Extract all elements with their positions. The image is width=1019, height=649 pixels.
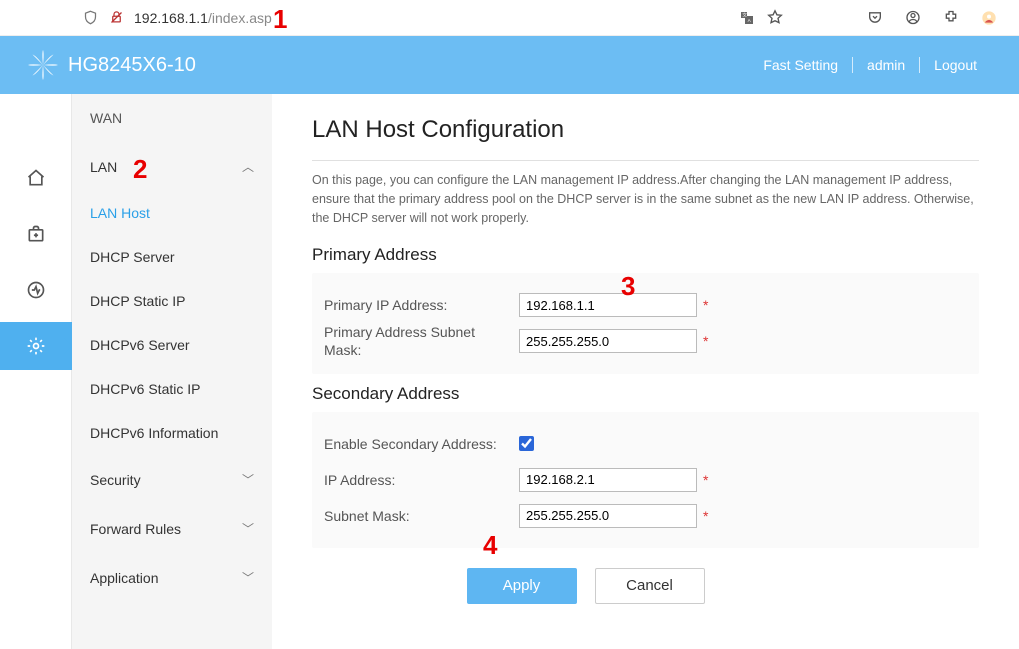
sidebar-item-label: DHCP Static IP (90, 293, 185, 309)
sidebar-sub-dhcp-server[interactable]: DHCP Server (72, 235, 272, 279)
sidebar-sub-dhcpv6-server[interactable]: DHCPv6 Server (72, 323, 272, 367)
chevron-down-icon: ﹀ (242, 520, 254, 537)
sidebar-sub-lan-host[interactable]: LAN Host (72, 191, 272, 235)
rail-settings[interactable] (0, 322, 72, 370)
pocket-icon[interactable] (867, 10, 883, 26)
sidebar-sub-dhcp-static-ip[interactable]: DHCP Static IP (72, 279, 272, 323)
sidebar-item-label: Forward Rules (90, 521, 181, 537)
fast-setting-link[interactable]: Fast Setting (749, 57, 852, 73)
sidebar-item-lan[interactable]: LAN ︿ (72, 142, 272, 191)
gear-icon (26, 336, 46, 356)
translate-icon[interactable]: 文A (739, 10, 755, 26)
rail-home[interactable] (0, 154, 72, 202)
chevron-down-icon: ﹀ (242, 569, 254, 586)
sidebar-item-label: LAN (90, 159, 117, 175)
activity-icon (26, 280, 46, 300)
main-content: LAN Host Configuration On this page, you… (272, 94, 1019, 649)
secondary-ip-label: IP Address: (324, 471, 519, 489)
sidebar-item-application[interactable]: Application ﹀ (72, 553, 272, 602)
logout-link[interactable]: Logout (920, 57, 991, 73)
medkit-icon (26, 224, 46, 244)
secondary-mask-label: Subnet Mask: (324, 507, 519, 525)
product-name: HG8245X6-10 (68, 54, 196, 77)
profile-badge-icon[interactable] (981, 10, 997, 26)
browser-address-bar: 192.168.1.1/index.asp 文A (0, 0, 1019, 36)
url-host: 192.168.1.1 (134, 10, 208, 26)
chevron-down-icon: ﹀ (242, 471, 254, 488)
huawei-logo-icon (28, 50, 58, 80)
required-mark: * (703, 333, 708, 349)
primary-heading: Primary Address (312, 245, 979, 265)
required-mark: * (703, 472, 708, 488)
url-text[interactable]: 192.168.1.1/index.asp (134, 10, 272, 26)
sidebar-item-label: DHCPv6 Static IP (90, 381, 200, 397)
url-path: /index.asp (208, 10, 272, 26)
divider (312, 160, 979, 161)
rail-box[interactable] (0, 210, 72, 258)
required-mark: * (703, 297, 708, 313)
page-title: LAN Host Configuration (312, 116, 979, 144)
primary-form-block: Primary IP Address: * Primary Address Su… (312, 273, 979, 373)
sidebar-item-label: WAN (90, 110, 122, 126)
sidebar-sub-dhcpv6-static-ip[interactable]: DHCPv6 Static IP (72, 367, 272, 411)
primary-mask-label: Primary Address Subnet Mask: (324, 323, 519, 359)
sidebar-item-wan[interactable]: WAN (72, 94, 272, 142)
sidebar-item-label: Security (90, 472, 141, 488)
sidebar-item-label: DHCPv6 Server (90, 337, 190, 353)
shield-icon (82, 10, 98, 26)
sidebar-item-label: Application (90, 570, 159, 586)
sidebar-item-security[interactable]: Security ﹀ (72, 455, 272, 504)
user-link[interactable]: admin (853, 57, 919, 73)
primary-mask-input[interactable] (519, 329, 697, 353)
sidebar: WAN LAN ︿ LAN Host DHCP Server DHCP Stat… (72, 94, 272, 649)
star-icon[interactable] (767, 10, 783, 26)
svg-text:文: 文 (742, 11, 747, 18)
enable-secondary-label: Enable Secondary Address: (324, 435, 519, 453)
primary-ip-label: Primary IP Address: (324, 296, 519, 314)
chevron-up-icon: ︿ (242, 158, 254, 175)
apply-button[interactable]: Apply (467, 568, 577, 604)
brand: HG8245X6-10 (28, 50, 196, 80)
button-row: Apply Cancel (272, 568, 979, 604)
sidebar-item-forward-rules[interactable]: Forward Rules ﹀ (72, 504, 272, 553)
app-header: HG8245X6-10 Fast Setting admin Logout (0, 36, 1019, 94)
help-text: On this page, you can configure the LAN … (312, 171, 979, 227)
secondary-form-block: Enable Secondary Address: IP Address: * … (312, 412, 979, 548)
extensions-icon[interactable] (943, 10, 959, 26)
icon-rail (0, 94, 72, 649)
enable-secondary-checkbox[interactable] (519, 436, 534, 451)
account-icon[interactable] (905, 10, 921, 26)
sidebar-item-label: DHCPv6 Information (90, 425, 218, 441)
sidebar-item-label: DHCP Server (90, 249, 175, 265)
sidebar-sub-dhcpv6-info[interactable]: DHCPv6 Information (72, 411, 272, 455)
rail-activity[interactable] (0, 266, 72, 314)
header-links: Fast Setting admin Logout (749, 57, 991, 73)
sidebar-item-label: LAN Host (90, 205, 150, 221)
secondary-heading: Secondary Address (312, 384, 979, 404)
cancel-button[interactable]: Cancel (595, 568, 705, 604)
primary-ip-input[interactable] (519, 293, 697, 317)
home-icon (26, 168, 46, 188)
lock-strikethrough-icon (108, 10, 124, 26)
secondary-ip-input[interactable] (519, 468, 697, 492)
required-mark: * (703, 508, 708, 524)
secondary-mask-input[interactable] (519, 504, 697, 528)
